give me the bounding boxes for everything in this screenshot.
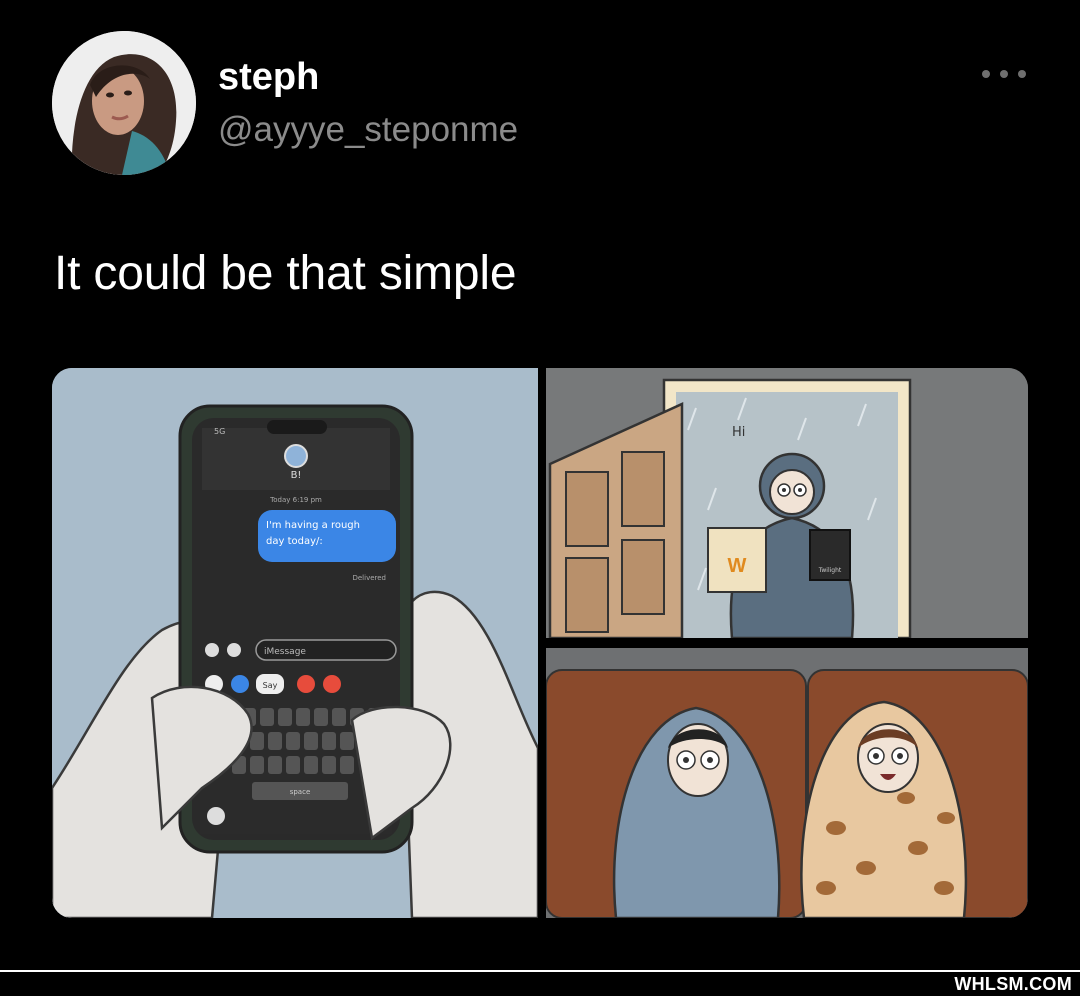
more-horizontal-icon (982, 70, 990, 78)
delivered-status: Delivered (352, 574, 386, 582)
comic-panel-couch[interactable] (546, 648, 1028, 918)
tweet-text: It could be that simple (54, 247, 517, 300)
comic-panel-door[interactable]: Hi W Twilight (546, 368, 1028, 638)
more-dot (1000, 70, 1008, 78)
watermark: WHLSM.COM (954, 974, 1072, 994)
emoji-label: Say (263, 681, 278, 690)
carrier-label: 5G (214, 427, 225, 436)
spacebar: space (290, 788, 311, 796)
contact-name: B! (291, 470, 302, 481)
more-dot (1018, 70, 1026, 78)
comic-panel-phone[interactable]: B! 5G Today 6:19 pm I'm having a rough d… (52, 368, 538, 918)
user-handle[interactable]: @ayyye_steponme (218, 110, 518, 150)
display-name[interactable]: steph (218, 56, 319, 99)
message-timestamp: Today 6:19 pm (269, 496, 322, 504)
footer-bar (0, 970, 1080, 996)
bag-label: W (728, 555, 747, 577)
tweet-media[interactable]: B! 5G Today 6:19 pm I'm having a rough d… (52, 368, 1028, 918)
more-options-button[interactable] (982, 62, 1026, 86)
imessage-input: iMessage (264, 647, 306, 657)
profile-avatar[interactable] (52, 31, 196, 175)
message-line-1: I'm having a rough (266, 520, 360, 531)
message-line-2: day today/: (266, 536, 323, 547)
dvd-label: Twilight (818, 567, 842, 574)
greeting-text: Hi (732, 425, 745, 440)
